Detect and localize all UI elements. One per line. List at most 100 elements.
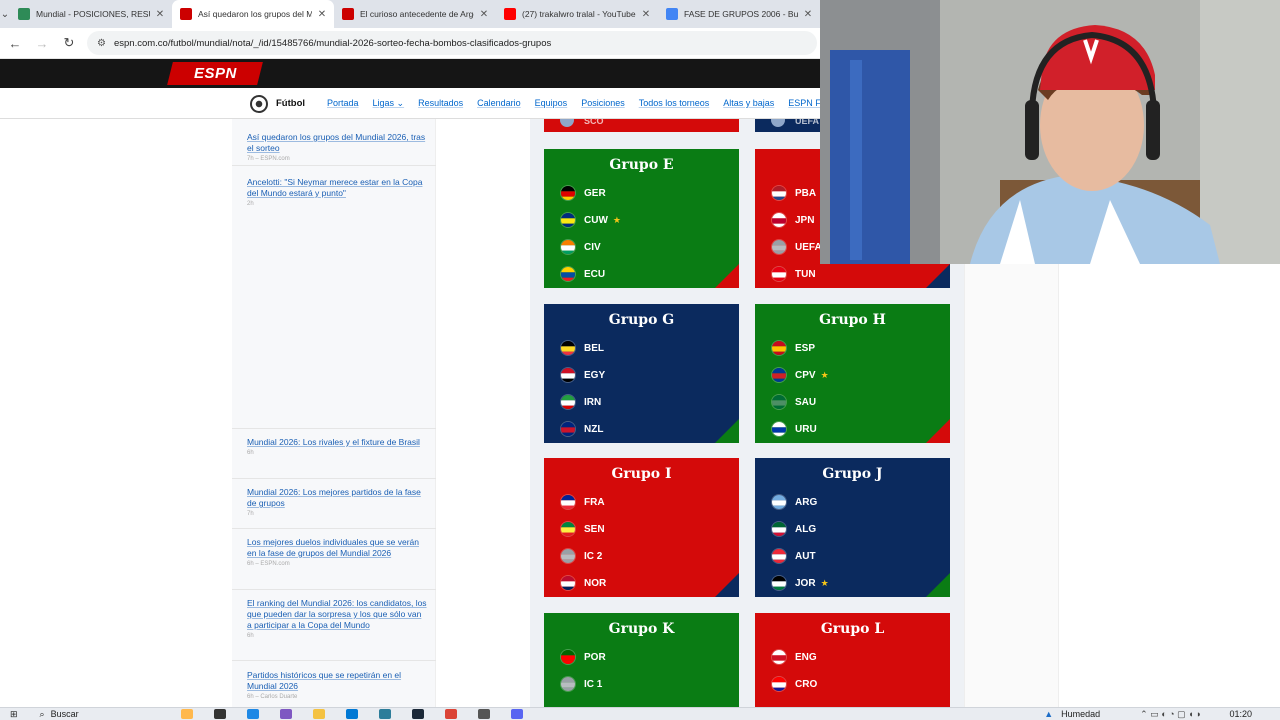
widget-icon[interactable]: [180, 709, 193, 719]
team-row: JPN: [771, 212, 814, 228]
card-corner-accent: [926, 573, 950, 597]
news-item[interactable]: Así quedaron los grupos del Mundial 2026…: [247, 132, 427, 162]
subnav-link[interactable]: Equipos: [535, 98, 568, 109]
close-tab-icon[interactable]: ✕: [154, 9, 166, 20]
news-item[interactable]: Partidos históricos que se repetirán en …: [247, 670, 427, 700]
back-icon[interactable]: ←: [3, 36, 27, 51]
team-code: SCO: [584, 119, 604, 126]
news-item[interactable]: Ancelotti: "Si Neymar merece estar en la…: [247, 177, 427, 207]
team-flag-icon: [771, 421, 787, 437]
close-tab-icon[interactable]: ✕: [640, 9, 652, 20]
clock[interactable]: 01:20: [1229, 709, 1252, 719]
tray-icons[interactable]: ⌃ ▭ ◐ ◔ ▢ ◖ ◗: [1140, 709, 1201, 720]
news-headline[interactable]: Mundial 2026: Los mejores partidos de la…: [247, 487, 427, 509]
news-item[interactable]: El ranking del Mundial 2026: los candida…: [247, 598, 427, 639]
team-row: ENG: [771, 649, 817, 665]
team-flag-icon: [560, 575, 576, 591]
store-icon[interactable]: [378, 709, 391, 719]
task-view-icon[interactable]: [213, 709, 226, 719]
webcam-overlay: [820, 0, 1280, 264]
subnav-link[interactable]: Portada: [327, 98, 359, 109]
team-row: NZL: [560, 421, 603, 437]
team-flag-icon: [771, 340, 787, 356]
browser-tab[interactable]: El curioso antecedente de Argentina ✕: [334, 0, 496, 28]
copilot-icon[interactable]: [279, 709, 292, 719]
espn-logo[interactable]: ESPN: [167, 62, 263, 85]
discord-icon[interactable]: [510, 709, 523, 719]
group-card: Grupo K POR IC 1: [544, 613, 739, 709]
news-headline[interactable]: Los mejores duelos individuales que se v…: [247, 537, 427, 559]
news-headline[interactable]: El ranking del Mundial 2026: los candida…: [247, 598, 427, 631]
subnav-link[interactable]: Todos los torneos: [639, 98, 710, 109]
news-headline[interactable]: Así quedaron los grupos del Mundial 2026…: [247, 132, 427, 154]
sport-title[interactable]: Fútbol: [276, 98, 305, 109]
close-tab-icon[interactable]: ✕: [802, 9, 814, 20]
team-flag-icon: [560, 494, 576, 510]
outlook-icon[interactable]: [345, 709, 358, 719]
team-row: JOR ★: [771, 575, 829, 591]
team-row: CIV: [560, 239, 601, 255]
team-code: NOR: [584, 577, 607, 589]
team-code: TUN: [795, 268, 816, 280]
screen: ⌄ Mundial - POSICIONES, RESULTADOS✕Así q…: [0, 0, 1280, 720]
browser-tab[interactable]: Mundial - POSICIONES, RESULTADOS ✕: [10, 0, 172, 28]
group-card: Grupo E GER CUW ★ CIV ECU: [544, 149, 739, 288]
team-code: POR: [584, 651, 606, 663]
news-item[interactable]: Los mejores duelos individuales que se v…: [247, 537, 427, 567]
team-row: EGY: [560, 367, 605, 383]
team-row: IC 1: [560, 676, 602, 692]
news-headline[interactable]: Mundial 2026: Los rivales y el fixture d…: [247, 437, 427, 448]
card-corner-accent: [926, 264, 950, 288]
news-item[interactable]: Mundial 2026: Los rivales y el fixture d…: [247, 437, 427, 456]
team-row: CUW ★: [560, 212, 621, 228]
weather-label[interactable]: Humedad: [1061, 709, 1100, 719]
search-icon[interactable]: ⌕: [40, 709, 45, 720]
subnav-link[interactable]: Posiciones: [581, 98, 625, 109]
tab-search-icon[interactable]: ⌄: [0, 0, 10, 28]
team-flag-icon: [771, 649, 787, 665]
address-bar[interactable]: ⚙ espn.com.co/futbol/mundial/nota/_/id/1…: [87, 31, 817, 55]
group-card: Grupo J ARG ALG AUT JOR ★: [755, 458, 950, 597]
chrome-icon[interactable]: [444, 709, 457, 719]
card-corner-accent: [926, 419, 950, 443]
site-info-icon[interactable]: ⚙: [97, 38, 106, 49]
team-row: FRA: [560, 494, 605, 510]
team-code: AUT: [795, 550, 816, 562]
team-flag-icon: [560, 521, 576, 537]
news-meta: 6h: [247, 633, 254, 639]
reload-icon[interactable]: ↻: [57, 35, 81, 51]
youtube-icon: [504, 8, 516, 20]
team-flag-icon: [771, 266, 787, 282]
forward-icon[interactable]: →: [30, 36, 54, 51]
subnav-link[interactable]: Altas y bajas: [723, 98, 774, 109]
edge-icon[interactable]: [246, 709, 259, 719]
team-code: ALG: [795, 523, 817, 535]
browser-tab[interactable]: FASE DE GRUPOS 2006 - Buscar ✕: [658, 0, 820, 28]
group-card: Grupo H ESP CPV ★ SAU URU: [755, 304, 950, 443]
team-flag-icon: [560, 340, 576, 356]
close-tab-icon[interactable]: ✕: [478, 9, 490, 20]
divider: [232, 165, 436, 166]
browser-tab[interactable]: (27) trakalwro tralal - YouTube ✕: [496, 0, 658, 28]
obs-icon[interactable]: [477, 709, 490, 719]
subnav-link[interactable]: Resultados: [418, 98, 463, 109]
taskbar-search-label[interactable]: Buscar: [51, 709, 181, 719]
news-item[interactable]: Mundial 2026: Los mejores partidos de la…: [247, 487, 427, 517]
team-code: SAU: [795, 396, 817, 408]
browser-tab[interactable]: Así quedaron los grupos del Mundial ✕: [172, 0, 334, 28]
team-code: IC 2: [584, 550, 603, 562]
team-flag-icon: [771, 548, 787, 564]
news-headline[interactable]: Partidos históricos que se repetirán en …: [247, 670, 427, 692]
news-headline[interactable]: Ancelotti: "Si Neymar merece estar en la…: [247, 177, 427, 199]
soccer-icon: [18, 8, 30, 20]
divider: [232, 660, 436, 661]
subnav-link[interactable]: Ligas ⌄: [373, 98, 405, 109]
file-explorer-icon[interactable]: [312, 709, 325, 719]
subnav-link[interactable]: Calendario: [477, 98, 521, 109]
steam-icon[interactable]: [411, 709, 424, 719]
windows-start-icon[interactable]: ⊞: [10, 709, 18, 720]
weather-icon[interactable]: ▲: [1044, 709, 1053, 719]
close-tab-icon[interactable]: ✕: [316, 9, 328, 20]
team-row: TUN: [771, 266, 816, 282]
news-meta: 6h – ESPN.com: [247, 561, 290, 567]
